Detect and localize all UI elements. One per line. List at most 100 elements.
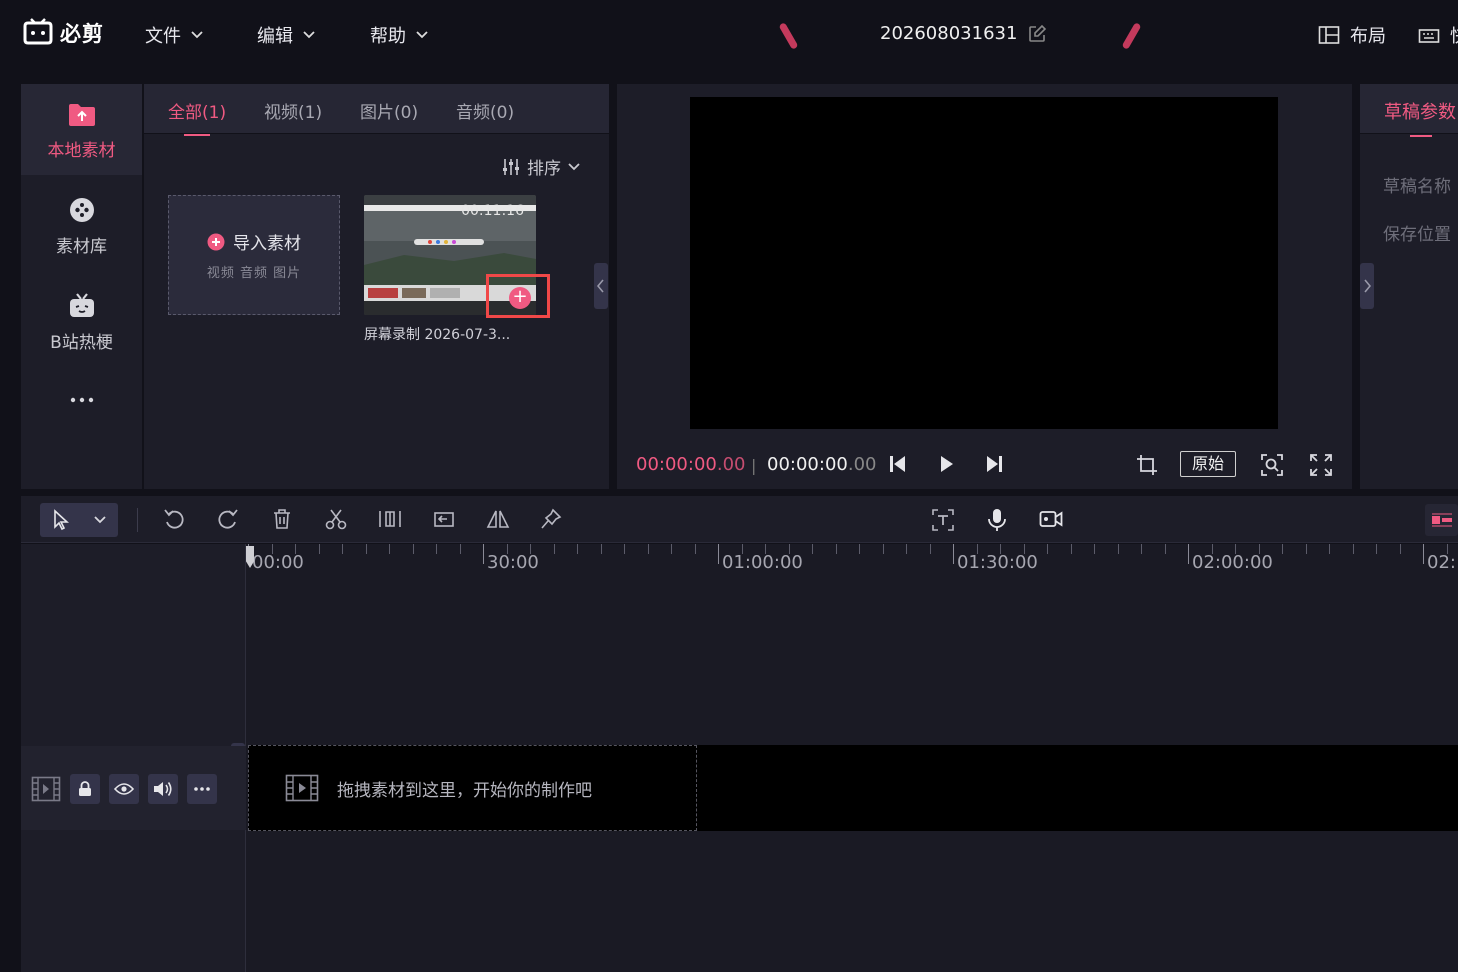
tab-all[interactable]: 全部(1)	[168, 98, 226, 136]
project-title-text: 202608031631	[880, 23, 1018, 44]
menu-help-label: 帮助	[370, 26, 406, 47]
media-panel: 全部(1) 视频(1) 图片(0) 音频(0) 排序 导入素材 视频 音频 图片	[144, 84, 609, 489]
sidebar-item-label: 素材库	[56, 237, 107, 257]
ruler-label: 00:00	[252, 552, 304, 573]
ruler-tick	[694, 544, 696, 554]
ruler-tick	[1423, 544, 1424, 564]
app-name: 必剪	[60, 22, 104, 46]
toolbar-divider	[137, 508, 138, 532]
current-time: 00:00:00	[636, 454, 717, 475]
menu-file-label: 文件	[145, 26, 181, 47]
current-timecode: 00:00:00.00	[636, 454, 745, 475]
ruler-tick	[506, 544, 508, 554]
import-media-button[interactable]: 导入素材 视频 音频 图片	[168, 195, 340, 315]
sidebar-item-label: B站热梗	[50, 333, 113, 353]
select-tool-dropdown[interactable]	[40, 503, 118, 537]
decorative-stroke-right	[1121, 22, 1142, 50]
tab-audio[interactable]: 音频(0)	[456, 98, 514, 123]
shortcut-label: 快	[1450, 22, 1458, 48]
timeline-zoom-button[interactable]	[1425, 504, 1458, 536]
chevron-down-icon	[416, 31, 428, 39]
screenshot-icon[interactable]	[1261, 454, 1283, 476]
ruler-tick	[1282, 544, 1283, 554]
undo-icon[interactable]	[163, 508, 185, 530]
ruler-tick	[436, 544, 437, 554]
edit-icon[interactable]	[1027, 24, 1047, 44]
ruler-label: 01:00:00	[722, 552, 803, 573]
ruler-tick	[553, 544, 555, 554]
sidebar-item-more[interactable]	[21, 396, 142, 404]
ruler-tick	[953, 544, 954, 564]
params-panel: 草稿参数 草稿名称 保存位置	[1360, 84, 1458, 489]
fullscreen-icon[interactable]	[1310, 454, 1332, 476]
layout-button[interactable]: 布局	[1318, 22, 1386, 48]
redo-icon[interactable]	[217, 508, 239, 530]
drop-zone[interactable]: 拖拽素材到这里，开始你的制作吧	[248, 745, 697, 831]
camera-record-icon[interactable]	[1039, 508, 1063, 530]
ruler-tick	[1305, 544, 1307, 554]
total-timecode: 00:00:00.00	[767, 454, 876, 475]
toggle-visibility-button[interactable]	[109, 774, 139, 804]
ruler-tick	[577, 544, 578, 554]
tab-video[interactable]: 视频(1)	[264, 98, 322, 123]
mirror-icon[interactable]	[486, 508, 510, 530]
menu-file[interactable]: 文件	[145, 22, 203, 48]
clip-name: 屏幕录制 2026-07-3...	[364, 327, 511, 343]
bilibili-logo-icon	[23, 18, 53, 45]
add-to-timeline-button[interactable]: +	[509, 287, 531, 309]
folder-upload-icon	[68, 104, 95, 126]
draft-name-label: 草稿名称	[1383, 177, 1451, 197]
menu-edit[interactable]: 编辑	[257, 22, 315, 48]
sidebar-item-library[interactable]: 素材库	[21, 196, 142, 257]
expand-params-button[interactable]	[1360, 263, 1374, 309]
skip-forward-icon[interactable]	[985, 454, 1003, 474]
scissors-icon[interactable]	[325, 508, 347, 530]
params-tabs: 草稿参数	[1360, 84, 1458, 137]
track-more-button[interactable]	[187, 774, 217, 804]
microphone-icon[interactable]	[986, 508, 1008, 532]
current-time-frac: .00	[716, 454, 746, 475]
project-title: 202608031631	[880, 23, 1047, 44]
toggle-audio-button[interactable]	[148, 774, 178, 804]
chevron-down-icon	[303, 31, 315, 39]
sidebar-item-bilibili-memes[interactable]: B站热梗	[21, 292, 142, 353]
time-ruler[interactable]: 00:00 30:00 01:00:00 01:30:00 02:00:00 0…	[246, 544, 1458, 584]
chevron-down-icon	[568, 162, 580, 170]
ruler-tick	[1000, 544, 1001, 554]
skip-back-icon[interactable]	[889, 454, 907, 474]
add-to-timeline-highlight[interactable]: +	[486, 274, 550, 318]
lock-track-button[interactable]	[70, 774, 100, 804]
original-ratio-button[interactable]: 原始	[1180, 451, 1236, 477]
sort-button[interactable]: 排序	[502, 154, 580, 179]
save-location-label: 保存位置	[1383, 225, 1451, 245]
tab-draft-params[interactable]: 草稿参数	[1384, 98, 1456, 137]
ruler-tick	[483, 544, 484, 564]
pin-icon[interactable]	[540, 508, 562, 530]
ruler-tick	[718, 544, 719, 564]
more-icon	[70, 397, 93, 403]
main-video-track[interactable]: 拖拽素材到这里，开始你的制作吧	[248, 745, 1458, 831]
sidebar: 本地素材 素材库 B站热梗	[21, 84, 142, 489]
reverse-icon[interactable]	[432, 508, 456, 530]
menu-help[interactable]: 帮助	[370, 22, 428, 48]
tab-image[interactable]: 图片(0)	[360, 98, 418, 123]
ruler-tick	[1164, 544, 1166, 554]
lock-icon	[79, 781, 91, 796]
play-icon[interactable]	[939, 454, 955, 474]
film-icon	[285, 774, 319, 802]
ruler-tick	[671, 544, 672, 554]
shortcut-button[interactable]: 快	[1418, 22, 1458, 48]
ruler-tick	[1446, 544, 1448, 554]
delete-icon[interactable]	[271, 508, 293, 530]
split-icon[interactable]	[378, 508, 402, 530]
sidebar-item-label: 本地素材	[47, 141, 116, 161]
library-icon	[69, 198, 94, 222]
speaker-icon	[154, 782, 172, 796]
ruler-tick	[1329, 544, 1330, 554]
collapse-media-button[interactable]	[594, 263, 608, 309]
crop-icon[interactable]	[1136, 454, 1158, 476]
decorative-stroke-left	[778, 22, 799, 50]
sidebar-item-local-media[interactable]: 本地素材	[21, 84, 142, 175]
text-recognition-icon[interactable]	[931, 508, 955, 532]
timecode-separator: |	[751, 456, 757, 475]
